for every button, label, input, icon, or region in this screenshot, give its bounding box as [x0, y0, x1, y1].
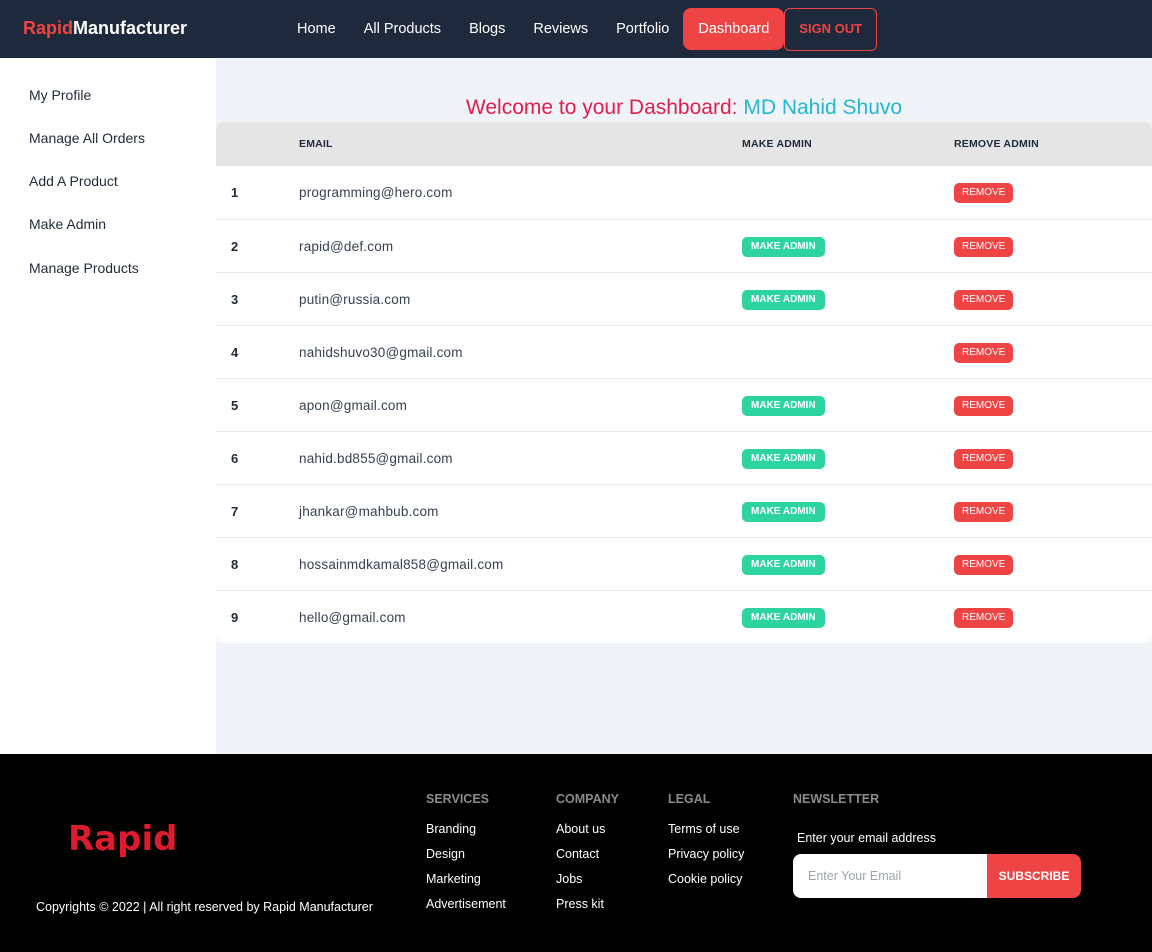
remove-admin-button[interactable]: REMOVE	[954, 555, 1014, 575]
footer-col-title: NEWSLETTER	[793, 792, 880, 806]
make-admin-button[interactable]: MAKE ADMIN	[742, 449, 825, 469]
col-header-make-admin: MAKE ADMIN	[742, 138, 812, 150]
subscribe-button[interactable]: SUBSCRIBE	[987, 854, 1081, 898]
table-header: EMAIL MAKE ADMIN REMOVE ADMIN	[216, 122, 1152, 166]
nav-dashboard[interactable]: Dashboard	[683, 8, 785, 50]
sidebar-item-make-admin[interactable]: Make Admin	[29, 216, 106, 232]
footer-col-legal: LEGAL Terms of use Privacy policy Cookie…	[668, 792, 744, 898]
remove-admin-button[interactable]: REMOVE	[954, 449, 1014, 469]
nav-home[interactable]: Home	[283, 8, 350, 50]
row-email: hello@gmail.com	[299, 610, 406, 625]
footer-link-design[interactable]: Design	[426, 848, 506, 873]
table-row: 5 apon@gmail.com MAKE ADMIN REMOVE	[216, 378, 1152, 431]
footer-col-services: SERVICES Branding Design Marketing Adver…	[426, 792, 506, 923]
welcome-text: Welcome to your Dashboard:	[465, 96, 738, 119]
sidebar-item-manage-all-orders[interactable]: Manage All Orders	[29, 130, 145, 146]
footer-link-press-kit[interactable]: Press kit	[556, 898, 619, 923]
table-row: 9 hello@gmail.com MAKE ADMIN REMOVE	[216, 590, 1152, 643]
remove-admin-button[interactable]: REMOVE	[954, 183, 1014, 203]
nav-blogs[interactable]: Blogs	[455, 8, 519, 50]
row-index: 7	[231, 504, 239, 519]
make-admin-button[interactable]: MAKE ADMIN	[742, 237, 825, 257]
remove-admin-button[interactable]: REMOVE	[954, 396, 1014, 416]
newsletter-label: Enter your email address	[797, 831, 936, 845]
row-email: nahidshuvo30@gmail.com	[299, 345, 463, 360]
nav-reviews[interactable]: Reviews	[519, 8, 602, 50]
footer-link-marketing[interactable]: Marketing	[426, 873, 506, 898]
main-content: Welcome to your Dashboard: MD Nahid Shuv…	[216, 58, 1152, 754]
row-email: nahid.bd855@gmail.com	[299, 451, 453, 466]
signout-button[interactable]: SIGN OUT	[784, 7, 878, 51]
nav-all-products[interactable]: All Products	[350, 8, 455, 50]
top-navbar: RapidManufacturer Home All Products Blog…	[0, 0, 1152, 58]
remove-admin-button[interactable]: REMOVE	[954, 502, 1014, 522]
page-title: Welcome to your Dashboard: MD Nahid Shuv…	[216, 96, 1152, 120]
row-email: putin@russia.com	[299, 292, 411, 307]
table-row: 2 rapid@def.com MAKE ADMIN REMOVE	[216, 219, 1152, 272]
sidebar-item-my-profile[interactable]: My Profile	[29, 87, 91, 103]
sidebar-item-manage-products[interactable]: Manage Products	[29, 260, 139, 276]
footer: Rapid Copyrights © 2022 | All right rese…	[0, 754, 1152, 952]
sidebar-item-add-product[interactable]: Add A Product	[29, 173, 118, 189]
footer-link-advertisement[interactable]: Advertisement	[426, 898, 506, 923]
newsletter-email-input[interactable]	[793, 854, 993, 898]
brand-rest: Manufacturer	[73, 18, 188, 38]
make-admin-button[interactable]: MAKE ADMIN	[742, 290, 825, 310]
row-index: 4	[231, 345, 239, 360]
footer-col-newsletter: NEWSLETTER	[793, 792, 879, 823]
make-admin-button[interactable]: MAKE ADMIN	[742, 396, 825, 416]
footer-link-jobs[interactable]: Jobs	[556, 873, 619, 898]
row-email: rapid@def.com	[299, 239, 394, 254]
nav-portfolio[interactable]: Portfolio	[602, 8, 683, 50]
row-index: 5	[231, 398, 239, 413]
row-email: hossainmdkamal858@gmail.com	[299, 557, 504, 572]
welcome-user-name: MD Nahid Shuvo	[743, 96, 903, 119]
table-row: 6 nahid.bd855@gmail.com MAKE ADMIN REMOVE	[216, 431, 1152, 484]
table-row: 8 hossainmdkamal858@gmail.com MAKE ADMIN RE…	[216, 537, 1152, 590]
row-index: 8	[231, 557, 239, 572]
table-body: 1 programming@hero.com REMOVE 2 rapid@def.co…	[216, 166, 1152, 643]
footer-link-cookie[interactable]: Cookie policy	[668, 873, 744, 898]
dashboard-sidebar: My Profile Manage All Orders Add A Produ…	[0, 58, 216, 754]
footer-link-contact[interactable]: Contact	[556, 848, 619, 873]
row-email: jhankar@mahbub.com	[299, 504, 439, 519]
footer-copyright: Copyrights © 2022 | All right reserved b…	[36, 900, 373, 914]
footer-link-terms[interactable]: Terms of use	[668, 823, 744, 848]
row-email: apon@gmail.com	[299, 398, 408, 413]
brand-logo[interactable]: RapidManufacturer	[23, 18, 187, 39]
col-header-email: EMAIL	[299, 138, 333, 150]
users-table: EMAIL MAKE ADMIN REMOVE ADMIN 1 programmi…	[216, 122, 1152, 643]
footer-col-title: SERVICES	[426, 792, 489, 806]
remove-admin-button[interactable]: REMOVE	[954, 237, 1014, 257]
make-admin-button[interactable]: MAKE ADMIN	[742, 502, 825, 522]
footer-link-branding[interactable]: Branding	[426, 823, 506, 848]
brand-accent: Rapid	[23, 18, 74, 38]
footer-col-title: LEGAL	[668, 792, 711, 806]
col-header-remove-admin: REMOVE ADMIN	[954, 138, 1039, 150]
table-row: 3 putin@russia.com MAKE ADMIN REMOVE	[216, 272, 1152, 325]
make-admin-button[interactable]: MAKE ADMIN	[742, 555, 825, 575]
remove-admin-button[interactable]: REMOVE	[954, 608, 1014, 628]
nav-links: Home All Products Blogs Reviews Portfoli…	[283, 0, 878, 58]
row-index: 6	[231, 451, 239, 466]
row-index: 9	[231, 610, 239, 625]
remove-admin-button[interactable]: REMOVE	[954, 290, 1014, 310]
footer-link-privacy[interactable]: Privacy policy	[668, 848, 744, 873]
make-admin-button[interactable]: MAKE ADMIN	[742, 608, 825, 628]
row-email: programming@hero.com	[299, 185, 453, 200]
footer-col-title: COMPANY	[556, 792, 619, 806]
row-index: 1	[231, 185, 239, 200]
row-index: 3	[231, 292, 239, 307]
row-index: 2	[231, 239, 239, 254]
footer-col-company: COMPANY About us Contact Jobs Press kit	[556, 792, 619, 923]
table-row: 1 programming@hero.com REMOVE	[216, 166, 1152, 219]
remove-admin-button[interactable]: REMOVE	[954, 343, 1014, 363]
footer-link-about-us[interactable]: About us	[556, 823, 619, 848]
table-row: 4 nahidshuvo30@gmail.com REMOVE	[216, 325, 1152, 378]
footer-logo[interactable]: Rapid	[68, 819, 177, 859]
table-row: 7 jhankar@mahbub.com MAKE ADMIN REMOVE	[216, 484, 1152, 537]
